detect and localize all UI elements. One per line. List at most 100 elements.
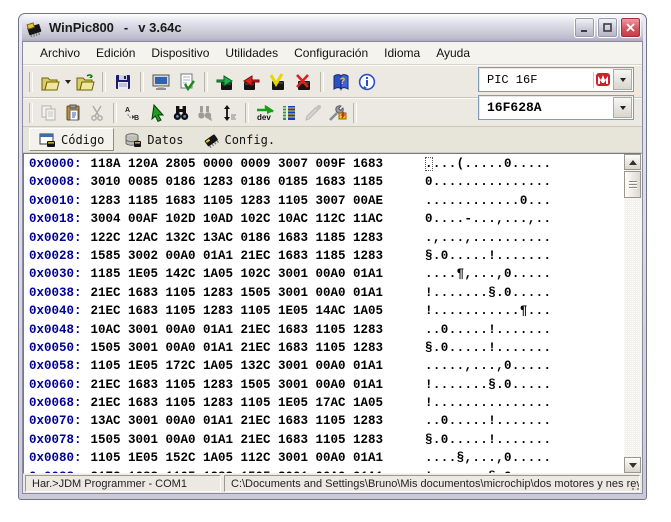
- hex-row[interactable]: 0x0058: 1105 1E05 172C 1A05 132C 3001 00A…: [24, 357, 624, 375]
- select-cursor-icon[interactable]: [145, 101, 169, 125]
- tab-datos[interactable]: Datos: [116, 129, 192, 150]
- erase-device-icon[interactable]: [290, 69, 316, 95]
- hex-row[interactable]: 0x0028: 1585 3002 00A0 01A1 21EC 1683 118…: [24, 247, 624, 265]
- goto-address-icon[interactable]: [217, 101, 241, 125]
- hardware-setup-icon[interactable]: [325, 101, 349, 125]
- tab-config[interactable]: Config.: [194, 129, 284, 150]
- hex-words: 1105 1E05 152C 1A05 112C 3001 00A0 01A1: [90, 451, 384, 466]
- device-combo[interactable]: 16F628A: [478, 95, 634, 120]
- hex-address: 0x0060:: [29, 377, 82, 392]
- hex-row[interactable]: 0x0030: 1185 1E05 142C 1A05 102C 3001 00A…: [24, 265, 624, 283]
- hex-viewer[interactable]: 0x0000: 118A 120A 2805 0000 0009 3007 009…: [23, 153, 642, 474]
- write-device-icon[interactable]: [238, 69, 264, 95]
- tab-datos-label: Datos: [147, 132, 184, 147]
- tab-codigo-label: Código: [61, 132, 105, 147]
- menu-idioma[interactable]: Idioma: [376, 44, 428, 62]
- hex-row[interactable]: 0x0078: 1505 3001 00A0 01A1 21EC 1683 110…: [24, 431, 624, 449]
- about-info-icon[interactable]: [354, 69, 380, 95]
- scroll-up-icon[interactable]: [624, 154, 641, 170]
- verify-device-icon[interactable]: [264, 69, 290, 95]
- hex-words: 1505 3001 00A0 01A1 21EC 1683 1105 1283: [90, 340, 384, 355]
- hex-row[interactable]: 0x0050: 1505 3001 00A0 01A1 21EC 1683 110…: [24, 339, 624, 357]
- menu-dispositivo[interactable]: Dispositivo: [143, 44, 217, 62]
- hex-address: 0x0030:: [29, 267, 82, 282]
- family-combo[interactable]: PIC 16F: [478, 67, 634, 92]
- window-titlebar[interactable]: WinPic800- v 3.64c: [22, 14, 643, 41]
- hex-ascii: !.......§.0.....: [425, 377, 552, 392]
- hex-row[interactable]: 0x0080: 1105 1E05 152C 1A05 112C 3001 00A…: [24, 449, 624, 467]
- hex-ascii: §.0.....!.......: [425, 248, 552, 263]
- hex-words: 21EC 1683 1105 1283 1505 3001 00A0 01A1: [90, 377, 384, 392]
- tab-config-label: Config.: [224, 132, 276, 147]
- hex-words: 13AC 3001 00A0 01A1 21EC 1683 1105 1283: [90, 414, 384, 429]
- hex-row[interactable]: 0x0070: 13AC 3001 00A0 01A1 21EC 1683 110…: [24, 412, 624, 430]
- hex-words: 21EC 1683 1105 1283 1505 3001 00A0 01A1: [90, 285, 384, 300]
- hex-row[interactable]: 0x0038: 21EC 1683 1105 1283 1505 3001 00A…: [24, 284, 624, 302]
- hex-row[interactable]: 0x0068: 21EC 1683 1105 1283 1105 1E05 17A…: [24, 394, 624, 412]
- hex-row[interactable]: 0x0048: 10AC 3001 00A0 01A1 21EC 1683 110…: [24, 321, 624, 339]
- hex-row[interactable]: 0x0018: 3004 00AF 102D 10AD 102C 10AC 112…: [24, 210, 624, 228]
- replace-icon[interactable]: AB: [121, 101, 145, 125]
- hex-address: 0x0020:: [29, 230, 82, 245]
- copy-icon[interactable]: [37, 101, 61, 125]
- hex-row[interactable]: 0x0060: 21EC 1683 1105 1283 1505 3001 00A…: [24, 376, 624, 394]
- scroll-down-icon[interactable]: [624, 457, 641, 473]
- find-next-icon[interactable]: [193, 101, 217, 125]
- paste-icon[interactable]: [61, 101, 85, 125]
- cut-icon[interactable]: [85, 101, 109, 125]
- hex-address: 0x0000:: [29, 157, 82, 171]
- family-combo-value: PIC 16F: [487, 72, 538, 87]
- vertical-scrollbar[interactable]: [624, 154, 641, 473]
- hex-row[interactable]: 0x0020: 122C 12AC 132C 13AC 0186 1683 118…: [24, 229, 624, 247]
- hex-address: 0x0008:: [29, 175, 82, 190]
- device-memory-icon[interactable]: [277, 101, 301, 125]
- status-hardware: Har.>JDM Programmer - COM1: [25, 475, 221, 492]
- family-combo-arrow[interactable]: [613, 69, 632, 90]
- app-chip-icon: [26, 19, 44, 38]
- hex-ascii: 0...............: [425, 175, 552, 190]
- hex-ascii: .....,...,0.....: [425, 359, 552, 374]
- menu-configuracion[interactable]: Configuración: [286, 44, 376, 62]
- help-book-icon[interactable]: ?: [328, 69, 354, 95]
- hex-ascii: §.0.....!.......: [425, 432, 552, 447]
- maximize-icon[interactable]: [597, 17, 618, 38]
- open-dropdown-caret[interactable]: [63, 70, 72, 94]
- hex-words: 10AC 3001 00A0 01A1 21EC 1683 1105 1283: [90, 322, 384, 337]
- hex-address: 0x0070:: [29, 414, 82, 429]
- program-pen-icon[interactable]: [301, 101, 325, 125]
- hex-ascii: !...........¶...: [425, 304, 552, 319]
- hex-row[interactable]: 0x0040: 21EC 1683 1105 1283 1105 1E05 14A…: [24, 302, 624, 320]
- device-combo-arrow[interactable]: [613, 97, 632, 118]
- verify-file-icon[interactable]: [174, 69, 200, 95]
- tab-codigo[interactable]: Código: [29, 128, 115, 151]
- find-icon[interactable]: [169, 101, 193, 125]
- hex-address: 0x0038:: [29, 285, 82, 300]
- detect-device-icon[interactable]: [148, 69, 174, 95]
- menu-archivo[interactable]: Archivo: [32, 44, 88, 62]
- hex-cursor: .: [425, 157, 433, 171]
- dev-arrow-icon[interactable]: dev: [253, 101, 277, 125]
- resize-grip-icon[interactable]: [628, 479, 641, 492]
- save-file-icon[interactable]: [110, 69, 136, 95]
- hex-ascii: ............0...: [425, 193, 552, 208]
- hex-row[interactable]: 0x0000: 118A 120A 2805 0000 0009 3007 009…: [24, 155, 624, 173]
- minimize-icon[interactable]: [574, 17, 595, 38]
- status-bar: Har.>JDM Programmer - COM1 C:\Documents …: [23, 474, 642, 493]
- hex-words: 21EC 1683 1105 1283 1105 1E05 17AC 1A05: [90, 396, 384, 411]
- hex-row[interactable]: 0x0010: 1283 1185 1683 1105 1283 1105 300…: [24, 192, 624, 210]
- close-icon[interactable]: [620, 17, 641, 38]
- menu-edicion[interactable]: Edición: [88, 44, 143, 62]
- menu-utilidades[interactable]: Utilidades: [217, 44, 286, 62]
- menu-ayuda[interactable]: Ayuda: [428, 44, 478, 62]
- hex-address: 0x0078:: [29, 432, 82, 447]
- hex-words: 1185 1E05 142C 1A05 102C 3001 00A0 01A1: [90, 267, 384, 282]
- hex-ascii: .,...,..........: [425, 230, 552, 245]
- hex-ascii: ..0.....!.......: [425, 414, 552, 429]
- read-device-icon[interactable]: [212, 69, 238, 95]
- menubar: Archivo Edición Dispositivo Utilidades C…: [23, 42, 642, 65]
- open-file-icon[interactable]: [37, 69, 63, 95]
- hex-row[interactable]: 0x0008: 3010 0085 0186 1283 0186 0185 168…: [24, 173, 624, 191]
- hex-address: 0x0050:: [29, 340, 82, 355]
- scrollbar-thumb[interactable]: [624, 171, 641, 198]
- reload-file-icon[interactable]: [72, 69, 98, 95]
